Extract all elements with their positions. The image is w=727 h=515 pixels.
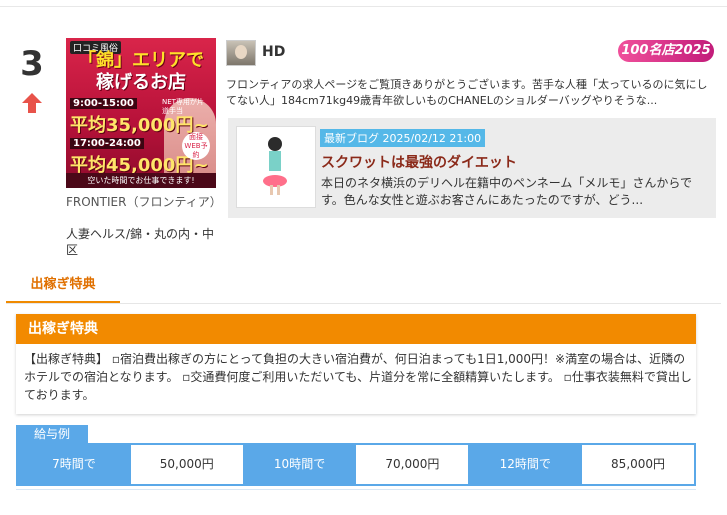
reviewer-name: HD (262, 44, 286, 60)
shop-category-area: 人妻ヘルス/錦・丸の内・中区 (66, 227, 215, 257)
banner-catch-line-2: 稼げるお店 (96, 72, 186, 93)
banner-time-2: 17:00-24:00 (70, 138, 144, 149)
banner-catch-line-1: 「錦」エリアで (78, 50, 204, 71)
rank-number: 3 (20, 44, 44, 84)
banner-catch-copy: 「錦」エリアで 稼げるお店 (66, 50, 216, 94)
salary-table: 7時間で 50,000円 10時間で 70,000円 12時間で 85,000円 (16, 443, 696, 486)
review-text: フロンティアの求人ページをご覧頂きありがとうございます。苦手な人種「太っているの… (226, 78, 708, 107)
tab-underline (6, 303, 721, 304)
salary-pay-cell: 50,000円 (130, 445, 244, 484)
blog-thumbnail (236, 126, 316, 208)
reviewer-avatar (226, 40, 256, 66)
latest-blog-card[interactable]: 最新ブログ 2025/02/12 21:00 スクワットは最強のダイエット 本日… (228, 118, 716, 218)
ranking-indicator: 3 (14, 44, 50, 114)
illustration-figure-icon (263, 137, 287, 195)
shop-banner-image[interactable]: 口コミ風俗 「錦」エリアで 稼げるお店 NET専用が片道手当 9:00-15:0… (66, 38, 216, 188)
bottom-divider (16, 489, 696, 490)
tab-dekasegi-perks[interactable]: 出稼ぎ特典 (6, 274, 120, 304)
blog-tag-date: 最新ブログ 2025/02/12 21:00 (320, 129, 486, 147)
salary-pay-cell: 85,000円 (582, 445, 694, 484)
perk-card: 出稼ぎ特典 【出稼ぎ特典】 ▫宿泊費出稼ぎの方にとって負担の大きい宿泊費が、何日… (16, 314, 696, 414)
up-arrow-icon (22, 93, 42, 113)
salary-hours-cell: 7時間で (18, 445, 131, 484)
salary-hours-cell: 12時間で (469, 445, 583, 484)
salary-hours-cell: 10時間で (243, 445, 357, 484)
blog-excerpt: 本日のネタ横浜のデリヘル在籍中のペンネーム「メルモ」さんからです。色んな女性と遊… (321, 176, 693, 207)
banner-bottom-text: 空いた時間でお仕事できます! (66, 173, 216, 188)
top-divider (0, 6, 727, 7)
shop-name-link[interactable]: FRONTIER（フロンティア） (66, 194, 222, 210)
salary-example-label: 給与例 (16, 425, 88, 443)
banner-time-1: 9:00-15:00 (70, 98, 137, 109)
banner-web-badge: 面接WEB予約 (182, 132, 210, 160)
salary-pay-cell: 70,000円 (356, 445, 470, 484)
award-badge: 100名店2025 (618, 40, 714, 62)
perk-body-text: 【出稼ぎ特典】 ▫宿泊費出稼ぎの方にとって負担の大きい宿泊費が、何日泊まっても1… (24, 352, 692, 402)
perk-heading: 出稼ぎ特典 (16, 314, 696, 344)
blog-title-link[interactable]: スクワットは最強のダイエット (321, 152, 517, 172)
